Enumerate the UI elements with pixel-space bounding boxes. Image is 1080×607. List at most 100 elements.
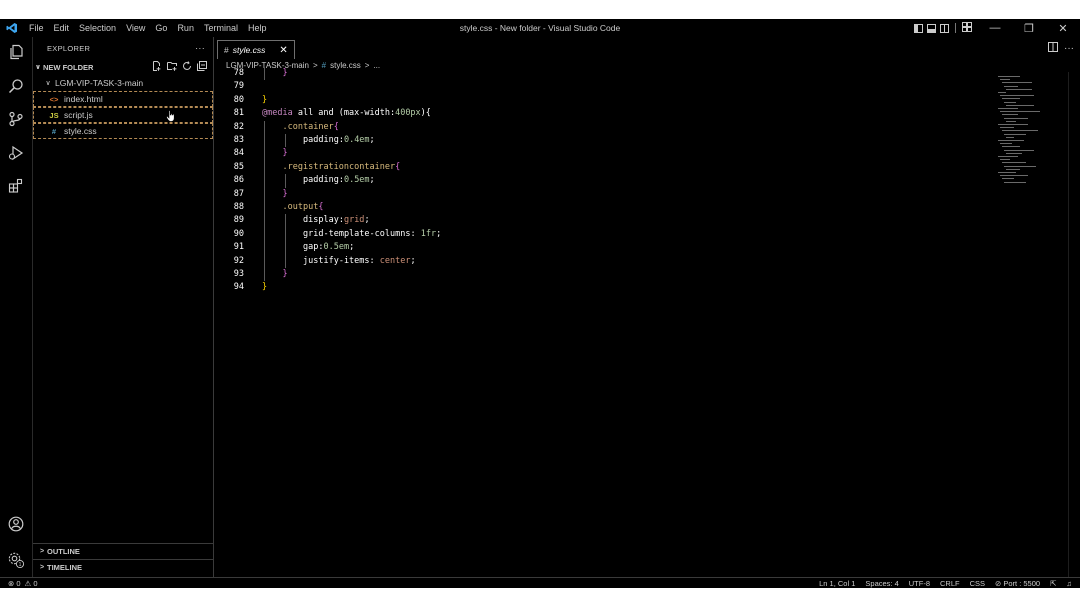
menu-terminal[interactable]: Terminal — [199, 19, 243, 37]
file-item-index-html[interactable]: <> index.html — [33, 91, 213, 107]
explorer-icon[interactable] — [5, 41, 27, 63]
window-controls: — ❐ ✕ — [912, 19, 1080, 37]
feedback-icon[interactable]: ⇱ — [1050, 579, 1056, 588]
workspace-folder-row[interactable]: ∨ NEW FOLDER — [33, 59, 213, 75]
end-of-line[interactable]: CRLF — [940, 579, 960, 588]
status-bar: ⊗ 0 ⚠ 0 Ln 1, Col 1 Spaces: 4 UTF-8 CRLF… — [0, 577, 1080, 588]
tab-style-css[interactable]: # style.css ✕ — [217, 40, 295, 59]
indentation[interactable]: Spaces: 4 — [865, 579, 898, 588]
project-folder-label: LGM-VIP-TASK-3-main — [55, 78, 144, 88]
new-file-icon[interactable] — [152, 61, 162, 73]
indent-guide — [264, 187, 265, 201]
warnings-count[interactable]: ⚠ 0 — [25, 579, 38, 588]
outline-panel-header[interactable]: > OUTLINE — [33, 543, 214, 559]
code-token: ; — [436, 228, 442, 239]
indent-guide — [264, 120, 265, 134]
editor-scrollbar[interactable] — [1068, 72, 1080, 577]
file-item-script-js[interactable]: JS script.js — [33, 107, 213, 123]
minimap[interactable] — [998, 72, 1058, 192]
menu-selection[interactable]: Selection — [74, 19, 121, 37]
indent-guide — [284, 254, 286, 268]
timeline-panel-header[interactable]: > TIMELINE — [33, 559, 214, 575]
extensions-icon[interactable] — [5, 175, 27, 197]
encoding[interactable]: UTF-8 — [909, 579, 930, 588]
search-icon[interactable] — [5, 75, 27, 97]
minimap-line — [1002, 130, 1038, 132]
errors-count[interactable]: ⊗ 0 — [8, 579, 21, 588]
indent-guide — [284, 214, 286, 228]
language-mode[interactable]: CSS — [970, 579, 985, 588]
js-file-icon: JS — [49, 110, 59, 120]
restore-button[interactable]: ❐ — [1012, 19, 1046, 37]
minimap-line — [1000, 159, 1010, 161]
indent-guide — [284, 134, 286, 148]
code-token: @media — [262, 108, 293, 119]
line-number: 90 — [233, 228, 244, 239]
code-text: grid-template-columns: 1fr; — [303, 228, 441, 241]
code-token: 0.5em — [343, 175, 370, 186]
menu-help[interactable]: Help — [243, 19, 272, 37]
css-file-icon: # — [51, 126, 57, 136]
toggle-secondary-sidebar-icon[interactable] — [940, 23, 949, 33]
close-button[interactable]: ✕ — [1046, 19, 1080, 37]
chevron-right-icon: > — [39, 564, 45, 571]
toggle-panel-icon[interactable] — [927, 23, 936, 33]
more-actions-button[interactable]: ··· — [195, 43, 205, 53]
cursor-position[interactable]: Ln 1, Col 1 — [819, 579, 855, 588]
close-tab-icon[interactable]: ✕ — [279, 45, 287, 56]
code-line: 87} — [214, 187, 1004, 201]
minimap-line — [1006, 104, 1034, 106]
chevron-down-icon: ∨ — [35, 64, 41, 71]
notifications-bell-icon[interactable]: ♫ — [1066, 579, 1072, 588]
source-control-icon[interactable] — [5, 108, 27, 130]
code-token: center — [379, 255, 411, 266]
accounts-icon[interactable] — [5, 513, 27, 535]
live-server-port[interactable]: ⊘ Port : 5500 — [995, 579, 1040, 588]
menu-file[interactable]: File — [24, 19, 49, 37]
code-text: } — [283, 268, 288, 281]
minimap-line — [1000, 175, 1028, 177]
menu-edit[interactable]: Edit — [49, 19, 75, 37]
code-line: 80} — [214, 94, 1004, 107]
refresh-icon[interactable] — [182, 61, 192, 73]
more-actions-icon[interactable]: ··· — [1064, 43, 1074, 54]
line-number: 89 — [233, 215, 244, 226]
file-item-style-css[interactable]: # style.css — [33, 123, 213, 139]
menu-go[interactable]: Go — [150, 19, 172, 37]
code-token: } — [282, 68, 288, 78]
code-editor[interactable]: 78} 79 80} 81 @media all and (max-width:400p… — [214, 67, 1004, 577]
vscode-logo-icon — [0, 19, 24, 37]
menu-view[interactable]: View — [121, 19, 150, 37]
minimap-line — [1002, 162, 1026, 164]
minimap-line — [1004, 181, 1026, 183]
minimap-line — [1004, 149, 1034, 151]
indent-guide — [264, 214, 265, 228]
html-file-icon: <> — [49, 94, 59, 104]
line-number: 84 — [233, 148, 244, 159]
code-line: 79 — [214, 80, 1004, 93]
activity-bar: 1 — [0, 37, 33, 577]
manage-gear-icon[interactable]: 1 — [5, 549, 27, 571]
code-line: 93} — [214, 268, 1004, 282]
code-line: 83 padding:0.4em; — [214, 134, 1004, 148]
run-debug-icon[interactable] — [5, 142, 27, 164]
new-folder-icon[interactable] — [167, 61, 177, 73]
minimap-line — [1004, 101, 1016, 103]
indent-guide — [284, 174, 286, 188]
indent-guide — [264, 134, 265, 148]
split-editor-icon[interactable] — [1048, 41, 1058, 55]
collapse-all-icon[interactable] — [197, 61, 207, 73]
minimap-line — [1004, 133, 1026, 135]
minimize-button[interactable]: — — [978, 19, 1012, 37]
customize-layout-icon[interactable] — [962, 22, 972, 34]
project-folder-row[interactable]: ∨ LGM-VIP-TASK-3-main — [33, 75, 213, 91]
code-token: 0.4em — [343, 135, 370, 145]
toggle-primary-sidebar-icon[interactable] — [914, 23, 923, 33]
indent-guide — [264, 174, 265, 188]
line-number: 85 — [233, 161, 244, 172]
code-token: .registrationcontainer — [282, 161, 396, 172]
code-token: 400px — [395, 108, 421, 119]
menu-run[interactable]: Run — [172, 19, 199, 37]
indent-guide — [284, 241, 286, 255]
code-token: all and (max-width: — [292, 108, 396, 119]
